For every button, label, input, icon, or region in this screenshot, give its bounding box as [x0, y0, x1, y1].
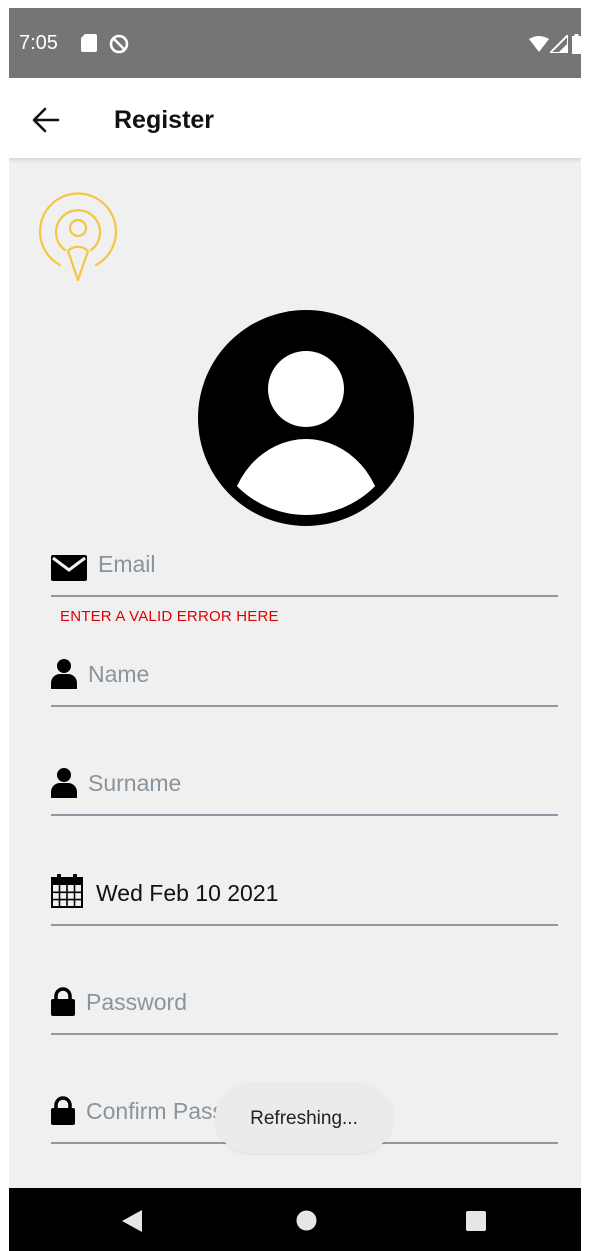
signal-icon	[550, 35, 568, 53]
email-underline	[51, 595, 558, 597]
email-input[interactable]: Email	[98, 551, 156, 578]
nav-home-icon[interactable]	[296, 1210, 317, 1231]
surname-underline	[51, 814, 558, 816]
lock-icon	[51, 987, 75, 1016]
name-input[interactable]: Name	[88, 661, 149, 688]
page-title: Register	[114, 106, 215, 134]
name-underline	[51, 705, 558, 707]
status-time: 7:05	[19, 32, 58, 54]
email-error-text: ENTER A VALID ERROR HERE	[60, 608, 279, 625]
app-bar: Register	[9, 78, 581, 158]
app-screen: 7:05 Register Email ENTER A VALID ERROR …	[9, 8, 581, 1251]
toast-text: Refreshing...	[250, 1108, 358, 1129]
nav-recents-icon[interactable]	[466, 1211, 486, 1231]
wifi-icon	[529, 36, 549, 52]
password-input[interactable]: Password	[86, 989, 187, 1016]
arrow-left-icon[interactable]	[31, 106, 61, 134]
surname-input[interactable]: Surname	[88, 770, 181, 797]
envelope-icon	[51, 555, 87, 581]
sd-card-icon	[81, 34, 97, 52]
navigation-bar	[9, 1188, 581, 1251]
nav-back-icon[interactable]	[122, 1210, 142, 1232]
name-field[interactable]: Name	[51, 647, 558, 707]
birth-date-field[interactable]: Wed Feb 10 2021	[51, 866, 558, 926]
surname-field[interactable]: Surname	[51, 756, 558, 816]
podcast-icon	[38, 192, 118, 282]
calendar-icon	[51, 874, 83, 908]
user-icon	[51, 768, 77, 798]
user-icon	[51, 659, 77, 689]
battery-icon	[572, 34, 581, 54]
toast: Refreshing...	[215, 1083, 393, 1153]
status-bar: 7:05	[9, 8, 581, 78]
user-avatar-icon[interactable]	[197, 309, 415, 527]
email-field[interactable]: Email	[51, 537, 558, 597]
password-field[interactable]: Password	[51, 975, 558, 1035]
password-underline	[51, 1033, 558, 1035]
lock-icon	[51, 1096, 75, 1125]
birth-date-value[interactable]: Wed Feb 10 2021	[96, 880, 278, 907]
dnd-icon	[109, 34, 129, 54]
birth-date-underline	[51, 924, 558, 926]
